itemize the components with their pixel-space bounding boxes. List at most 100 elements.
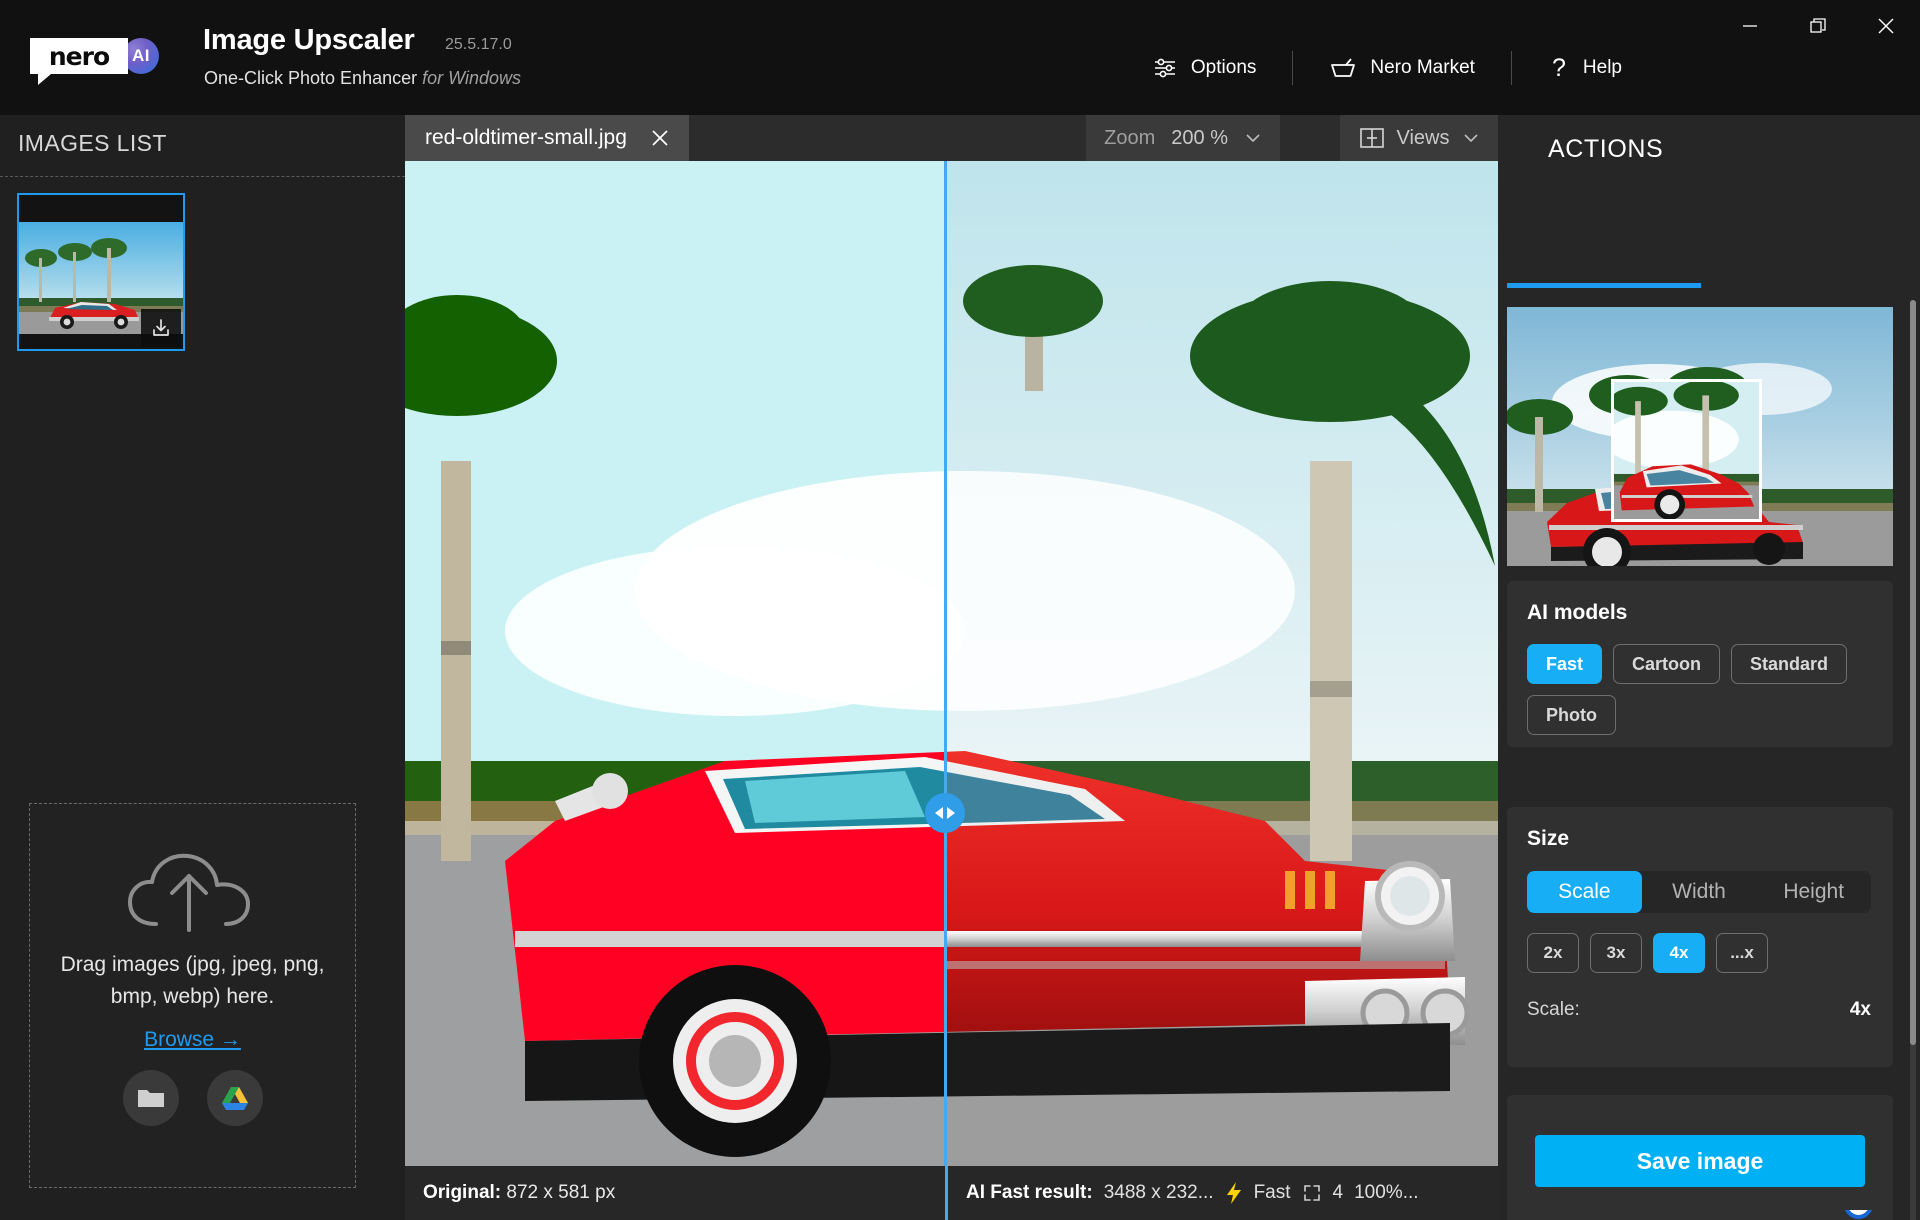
close-button[interactable]	[1852, 0, 1920, 52]
tab-strip: red-oldtimer-small.jpg Zoom 200 %	[405, 115, 1498, 161]
dropzone-text: Drag images (jpg, jpeg, png, bmp, webp) …	[58, 949, 328, 1012]
app-subtitle-platform: for Windows	[422, 68, 521, 88]
browse-folder-button[interactable]	[123, 1070, 179, 1126]
chevron-down-icon	[1462, 132, 1480, 144]
ai-models-card: AI models Fast Cartoon Standard Photo	[1507, 581, 1893, 747]
left-right-arrows-icon	[932, 805, 958, 821]
options-button[interactable]: Options	[1146, 55, 1262, 81]
result-label: AI Fast result:	[966, 1182, 1093, 1204]
scale-readout-value: 4x	[1850, 999, 1871, 1021]
minimize-button[interactable]	[1716, 0, 1784, 52]
size-tab-width[interactable]: Width	[1642, 871, 1757, 913]
nero-market-button[interactable]: Nero Market	[1323, 56, 1481, 80]
nero-ai-logo: nero AI	[30, 38, 159, 74]
actions-title: ACTIONS	[1548, 135, 1663, 164]
size-tab-height[interactable]: Height	[1756, 871, 1871, 913]
download-icon	[150, 317, 172, 339]
app-version: 25.5.17.0	[445, 36, 512, 54]
help-button[interactable]: ? Help	[1542, 54, 1628, 83]
browse-link[interactable]: Browse →	[144, 1028, 241, 1052]
original-label: Original:	[423, 1182, 501, 1204]
views-split-icon	[1359, 127, 1385, 149]
original-image-pane	[405, 161, 945, 1166]
comparison-slider-handle[interactable]	[925, 793, 965, 833]
chevron-down-icon	[1244, 132, 1262, 144]
lightning-bolt-icon	[1225, 1181, 1243, 1205]
page-title: Image Upscaler	[203, 24, 415, 57]
scale-readout-label: Scale:	[1527, 999, 1580, 1021]
scale-readout: Scale: 4x	[1527, 999, 1871, 1021]
save-image-button[interactable]: Save image	[1535, 1135, 1865, 1187]
ai-badge-icon: AI	[123, 38, 159, 74]
scale-custom[interactable]: ...x	[1716, 933, 1768, 973]
size-tab-scale[interactable]: Scale	[1527, 871, 1642, 913]
save-bar: Save image	[1507, 1112, 1893, 1210]
ai-models-options: Fast Cartoon Standard Photo	[1527, 644, 1873, 735]
result-progress: 100%...	[1354, 1182, 1418, 1204]
result-info: AI Fast result: 3488 x 232... Fast 4 100…	[948, 1166, 1498, 1220]
actions-scrollbar-thumb[interactable]	[1910, 300, 1916, 1045]
tab-red-oldtimer-small-jpg[interactable]: red-oldtimer-small.jpg	[405, 115, 689, 161]
preview-zoom-image	[1614, 382, 1759, 519]
dropzone[interactable]: Drag images (jpg, jpeg, png, bmp, webp) …	[29, 803, 356, 1188]
actions-underline	[1507, 283, 1701, 288]
scale-2x[interactable]: 2x	[1527, 933, 1579, 973]
result-value: 3488 x 232...	[1104, 1182, 1214, 1204]
nero-logo-text: nero	[49, 44, 109, 69]
scale-4x[interactable]: 4x	[1653, 933, 1705, 973]
original-info: Original: 872 x 581 px	[405, 1166, 945, 1220]
tab-close-button[interactable]	[649, 127, 671, 149]
scale-3x[interactable]: 3x	[1590, 933, 1642, 973]
app-subtitle-text: One-Click Photo Enhancer	[204, 68, 417, 88]
help-label: Help	[1583, 57, 1622, 79]
header-actions: Options Nero Market ? Help	[1146, 48, 1628, 88]
actions-panel: ACTIONS	[1498, 115, 1920, 1220]
app-subtitle: One-Click Photo Enhancer for Windows	[204, 68, 521, 89]
folder-icon	[136, 1085, 166, 1111]
image-workspace: red-oldtimer-small.jpg Zoom 200 %	[405, 115, 1498, 1220]
header-divider-2	[1511, 51, 1512, 85]
google-drive-icon	[221, 1085, 249, 1111]
list-item[interactable]	[17, 193, 185, 351]
zoom-control[interactable]: Zoom 200 %	[1086, 115, 1280, 161]
ai-model-cartoon[interactable]: Cartoon	[1613, 644, 1720, 684]
title-bar: nero AI Image Upscaler 25.5.17.0 One-Cli…	[0, 0, 1920, 115]
images-list-title: IMAGES LIST	[18, 130, 167, 157]
nero-market-label: Nero Market	[1370, 57, 1475, 79]
ai-model-fast[interactable]: Fast	[1527, 644, 1602, 684]
header-divider-1	[1292, 51, 1293, 85]
ai-model-standard[interactable]: Standard	[1731, 644, 1847, 684]
ai-badge-text: AI	[132, 46, 150, 66]
sidebar-divider	[0, 176, 405, 177]
close-icon	[649, 127, 671, 149]
comparison-split-line	[944, 161, 947, 1166]
size-mode-tabs: Scale Width Height	[1527, 871, 1871, 913]
ai-models-title: AI models	[1527, 601, 1873, 625]
zoom-value: 200 %	[1171, 127, 1228, 150]
result-mode: Fast	[1254, 1182, 1291, 1204]
basket-icon	[1329, 56, 1357, 80]
images-list-sidebar: IMAGES LIST	[0, 115, 405, 1220]
preview-thumbnail[interactable]	[1507, 307, 1893, 566]
question-mark-icon: ?	[1548, 54, 1570, 83]
image-status-bar: Original: 872 x 581 px AI Fast result: 3…	[405, 1166, 1498, 1220]
image-comparison-viewer[interactable]	[405, 161, 1498, 1166]
preview-zoom-region[interactable]	[1611, 379, 1762, 522]
google-drive-button[interactable]	[207, 1070, 263, 1126]
options-label: Options	[1191, 57, 1256, 79]
views-label: Views	[1397, 127, 1450, 150]
size-card: Size Scale Width Height 2x 3x 4x ...x Sc…	[1507, 807, 1893, 1067]
close-icon	[1875, 15, 1897, 37]
zoom-label: Zoom	[1104, 127, 1155, 150]
restore-icon	[1808, 16, 1828, 36]
result-threads: 4	[1333, 1182, 1344, 1204]
app-window: nero AI Image Upscaler 25.5.17.0 One-Cli…	[0, 0, 1920, 1220]
views-control[interactable]: Views	[1340, 115, 1498, 161]
window-controls	[1716, 0, 1920, 52]
expand-icon[interactable]	[1302, 1183, 1322, 1203]
scale-options: 2x 3x 4x ...x	[1527, 933, 1873, 973]
ai-model-photo[interactable]: Photo	[1527, 695, 1616, 735]
cloud-upload-icon	[122, 846, 264, 943]
restore-button[interactable]	[1784, 0, 1852, 52]
thumbnail-download-badge[interactable]	[141, 309, 181, 347]
